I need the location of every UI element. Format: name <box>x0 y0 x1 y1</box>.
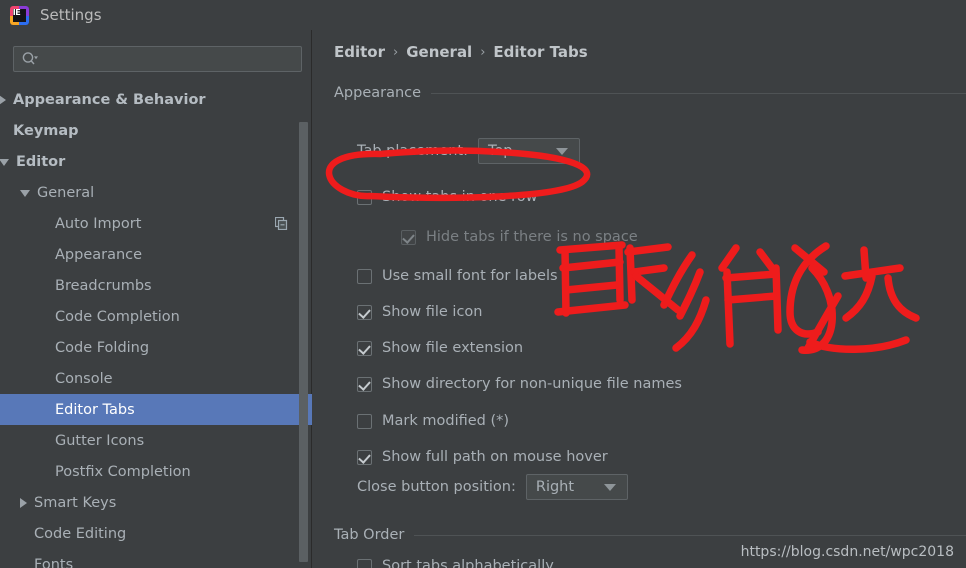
sidebar-item-code-editing[interactable]: Code Editing <box>0 518 312 549</box>
sidebar-item-gutter-icons[interactable]: Gutter Icons <box>0 425 312 456</box>
group-divider <box>414 534 966 536</box>
checkbox-box[interactable] <box>357 449 372 465</box>
sidebar-item-smart-keys[interactable]: Smart Keys <box>0 487 312 518</box>
checkbox-use-small-font-for-labels[interactable]: Use small font for labels <box>357 268 558 284</box>
settings-window: IE Settings Appearance & Behavior Keymap… <box>0 0 966 568</box>
sidebar-item-appearance[interactable]: Appearance <box>0 239 312 270</box>
chevron-down-icon <box>603 483 616 491</box>
checkbox-box[interactable] <box>357 558 372 568</box>
sidebar-item-fonts[interactable]: Fonts <box>0 549 312 568</box>
sidebar-item-editor-tabs[interactable]: Editor Tabs <box>0 394 312 425</box>
sidebar-item-label: Editor Tabs <box>55 401 135 418</box>
window-title: Settings <box>40 5 102 24</box>
checkbox-box[interactable] <box>357 340 372 356</box>
sidebar-item-label: Fonts <box>34 556 74 568</box>
sidebar-item-postfix-completion[interactable]: Postfix Completion <box>0 456 312 487</box>
watermark-text: https://blog.csdn.net/wpc2018 <box>740 544 954 560</box>
checkbox-show-full-path-on-mouse-hover[interactable]: Show full path on mouse hover <box>357 449 608 465</box>
breadcrumb-separator: › <box>393 44 399 60</box>
checkbox-show-file-icon[interactable]: Show file icon <box>357 304 483 320</box>
sidebar-item-label: Gutter Icons <box>55 432 145 449</box>
sidebar-item-code-completion[interactable]: Code Completion <box>0 301 312 332</box>
sidebar-scrollbar-track[interactable] <box>299 74 310 564</box>
settings-tree: Appearance & Behavior Keymap Editor General… <box>0 84 312 568</box>
checkbox-show-file-extension[interactable]: Show file extension <box>357 340 523 356</box>
checkbox-label: Show full path on mouse hover <box>382 449 608 465</box>
close-button-position-value: Right <box>535 479 575 495</box>
chevron-down-icon[interactable] <box>20 190 30 197</box>
sidebar-item-appearance-behavior[interactable]: Appearance & Behavior <box>0 84 312 115</box>
checkbox-box[interactable] <box>357 304 372 320</box>
sidebar-item-label: Postfix Completion <box>55 463 191 480</box>
chevron-down-icon <box>555 147 568 155</box>
checkbox-label: Show directory for non-unique file names <box>382 376 682 392</box>
group-divider <box>431 92 966 94</box>
settings-sidebar: Appearance & Behavior Keymap Editor General… <box>0 30 312 568</box>
intellij-idea-logo-icon: IE <box>10 5 29 25</box>
close-button-position-row: Close button position: Right <box>357 474 628 500</box>
sidebar-item-console[interactable]: Console <box>0 363 312 394</box>
tab-placement-value: Top <box>487 143 513 159</box>
sidebar-item-editor[interactable]: Editor <box>0 146 312 177</box>
tab-placement-label: Tab placement: <box>357 143 468 159</box>
sidebar-item-label: Breadcrumbs <box>55 277 152 294</box>
sidebar-item-label: Console <box>55 370 113 387</box>
close-button-position-label: Close button position: <box>357 479 516 495</box>
breadcrumb-item[interactable]: General <box>406 43 472 61</box>
group-header-appearance: Appearance <box>334 85 966 101</box>
checkbox-box[interactable] <box>357 189 372 205</box>
sidebar-item-label: Code Editing <box>34 525 127 542</box>
checkbox-box[interactable] <box>357 268 372 284</box>
checkbox-box[interactable] <box>357 376 372 392</box>
sidebar-item-keymap[interactable]: Keymap <box>0 115 312 146</box>
checkbox-label: Mark modified (*) <box>382 413 510 429</box>
sidebar-item-general[interactable]: General <box>0 177 312 208</box>
checkbox-label: Sort tabs alphabetically <box>382 558 554 568</box>
checkbox-show-directory-for-non-unique-file-names[interactable]: Show directory for non-unique file names <box>357 376 682 392</box>
search-icon <box>21 51 39 67</box>
tab-placement-dropdown[interactable]: Top <box>477 138 580 164</box>
group-header-tab-order: Tab Order <box>334 527 966 543</box>
sidebar-item-label: Auto Import <box>55 215 142 232</box>
checkbox-label: Hide tabs if there is no space <box>426 229 638 245</box>
checkbox-box[interactable] <box>357 413 372 429</box>
sidebar-item-label: Code Completion <box>55 308 180 325</box>
chevron-right-icon[interactable] <box>20 497 27 508</box>
sidebar-item-label: Keymap <box>13 122 79 139</box>
close-button-position-dropdown[interactable]: Right <box>525 474 628 500</box>
sidebar-item-label: Smart Keys <box>34 494 117 511</box>
sidebar-item-label: Appearance <box>55 246 143 263</box>
checkbox-box <box>401 229 416 245</box>
group-title-tab-order: Tab Order <box>334 527 405 543</box>
breadcrumb: Editor › General › Editor Tabs <box>334 43 588 61</box>
checkbox-mark-modified[interactable]: Mark modified (*) <box>357 413 509 429</box>
search-field-wrapper[interactable] <box>13 46 302 72</box>
checkbox-sort-tabs-alphabetically[interactable]: Sort tabs alphabetically <box>357 558 554 568</box>
sidebar-item-label: Editor <box>16 153 66 170</box>
checkbox-show-tabs-in-one-row[interactable]: Show tabs in one row <box>357 189 537 205</box>
checkbox-hide-tabs-if-there-is-no-space: Hide tabs if there is no space <box>401 229 638 245</box>
window-titlebar: IE Settings <box>0 0 966 30</box>
settings-main-panel: Editor › General › Editor Tabs Appearance Ta… <box>313 30 966 568</box>
copy-icon[interactable] <box>274 216 288 231</box>
chevron-right-icon[interactable] <box>0 94 6 105</box>
checkbox-label: Use small font for labels <box>382 268 558 284</box>
checkbox-label: Show file icon <box>382 304 483 320</box>
breadcrumb-item[interactable]: Editor Tabs <box>493 43 587 61</box>
group-title-appearance: Appearance <box>334 85 422 101</box>
sidebar-item-auto-import[interactable]: Auto Import <box>0 208 312 239</box>
search-input[interactable] <box>39 51 301 67</box>
sidebar-item-label: Code Folding <box>55 339 150 356</box>
tab-placement-row: Tab placement: Top <box>357 138 580 164</box>
sidebar-item-breadcrumbs[interactable]: Breadcrumbs <box>0 270 312 301</box>
breadcrumb-item[interactable]: Editor <box>334 43 385 61</box>
sidebar-item-label: General <box>37 184 95 201</box>
checkbox-label: Show tabs in one row <box>382 189 538 205</box>
sidebar-item-code-folding[interactable]: Code Folding <box>0 332 312 363</box>
checkbox-label: Show file extension <box>382 340 524 356</box>
sidebar-scrollbar-thumb[interactable] <box>299 122 308 562</box>
breadcrumb-separator: › <box>480 44 486 60</box>
chevron-down-icon[interactable] <box>0 159 9 166</box>
sidebar-item-label: Appearance & Behavior <box>13 91 206 108</box>
